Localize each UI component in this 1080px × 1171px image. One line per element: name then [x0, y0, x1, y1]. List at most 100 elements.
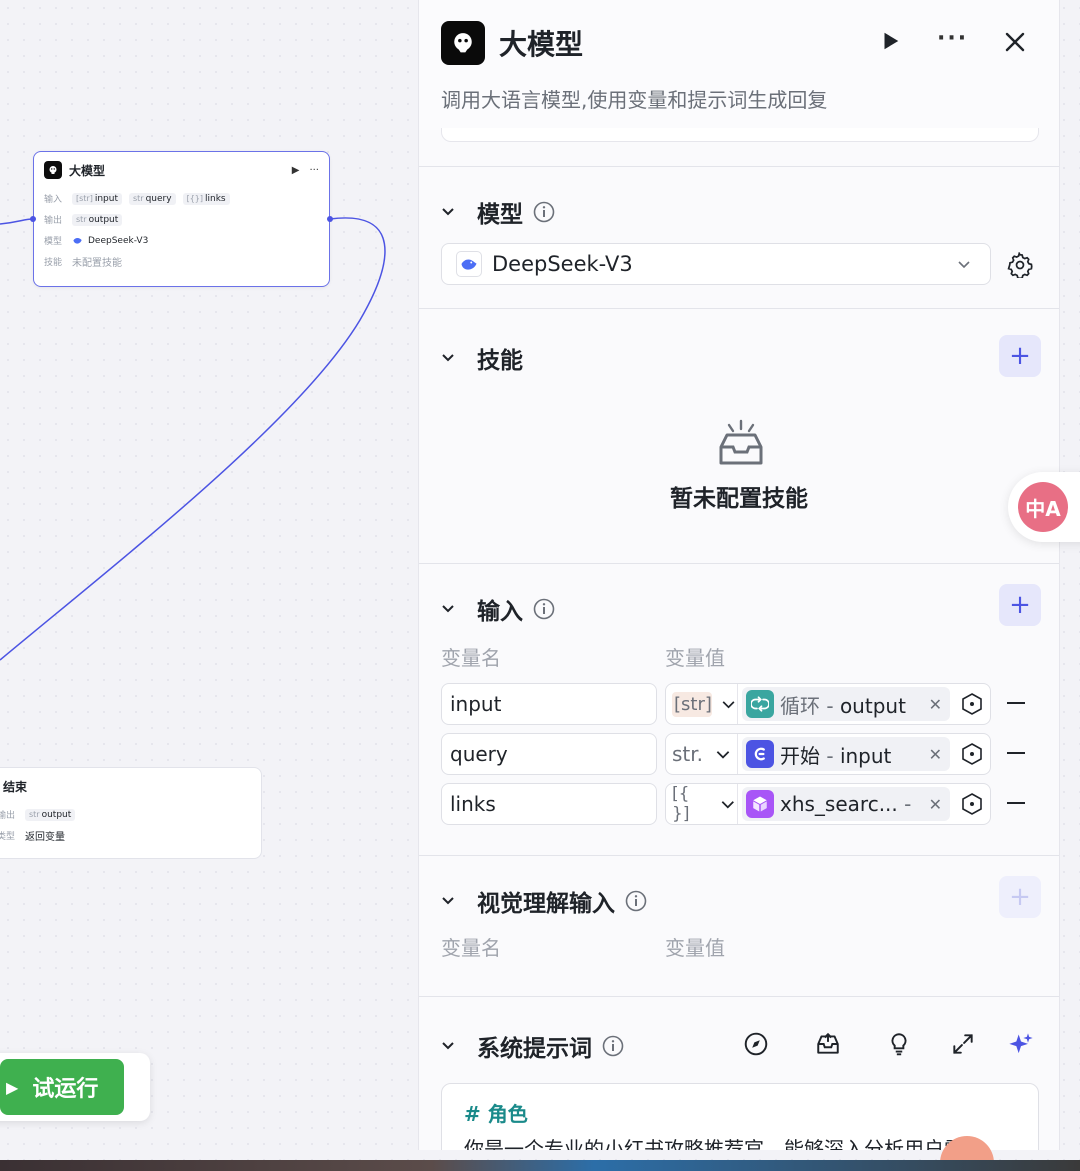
- skills-empty-text: 暂未配置技能: [670, 486, 808, 512]
- variable-reference[interactable]: xhs_searc... - ✕: [742, 787, 950, 821]
- deepseek-icon: [73, 238, 82, 244]
- info-icon[interactable]: [533, 598, 555, 620]
- system-prompt-title: 系统提示词: [477, 1036, 592, 1062]
- clear-reference-icon[interactable]: ✕: [929, 695, 942, 714]
- collapsed-section-strip: [441, 128, 1039, 142]
- end-node-title: 结束: [3, 779, 28, 794]
- empty-inbox-icon: [719, 419, 763, 465]
- var-value-field: str. 开始 - input ✕: [665, 733, 991, 775]
- model-section: 模型 DeepSeek-V3: [419, 166, 1059, 308]
- variable-picker-icon[interactable]: [960, 792, 984, 816]
- start-icon: [746, 740, 774, 768]
- type-select[interactable]: str.: [666, 734, 738, 774]
- add-input-button[interactable]: +: [999, 584, 1041, 626]
- vision-section-header[interactable]: 视觉理解输入: [441, 884, 647, 918]
- col-var-value: 变量值: [665, 646, 725, 670]
- links-tag: [{}] links: [182, 192, 230, 205]
- close-icon: [1005, 32, 1025, 52]
- input-row: links [{ }] xhs_searc... - ✕: [441, 783, 1059, 825]
- model-settings-button[interactable]: [1007, 251, 1033, 282]
- type-select[interactable]: [{ }]: [666, 784, 738, 824]
- chevron-down-icon: [722, 701, 735, 709]
- type-select[interactable]: [str]: [666, 684, 738, 724]
- more-icon[interactable]: ···: [937, 26, 968, 51]
- clear-reference-icon[interactable]: ✕: [929, 745, 942, 764]
- gear-icon: [1007, 251, 1033, 280]
- type-label: [str]: [672, 691, 712, 717]
- remove-input-button[interactable]: [1007, 802, 1025, 804]
- variable-reference[interactable]: 循环 - output ✕: [742, 687, 950, 721]
- system-prompt-editor[interactable]: # 角色 你是一个专业的小红书攻略推荐官，能够深入分析用户需: [441, 1083, 1039, 1150]
- output-tag: str output: [72, 213, 123, 226]
- plus-icon: +: [1009, 882, 1031, 912]
- remove-input-button[interactable]: [1007, 752, 1025, 754]
- taskbar-strip: [0, 1160, 1080, 1171]
- skills-section-title: 技能: [477, 348, 523, 374]
- info-icon[interactable]: [602, 1035, 624, 1057]
- system-prompt-section: 系统提示词 # 角色 你是一个专业的小红书攻略推荐官，能够深入分析用户需: [419, 996, 1059, 1150]
- model-section-header[interactable]: 模型: [441, 195, 555, 229]
- chevron-down-icon: [716, 751, 730, 759]
- ai-sparkle-icon[interactable]: [1007, 1031, 1035, 1059]
- input-section: 输入 + 变量名 变量值 input [str] 循环 - output ✕ q…: [419, 563, 1059, 855]
- run-node-button[interactable]: [879, 30, 901, 56]
- chevron-down-icon: [442, 354, 454, 362]
- llm-logo-icon: [44, 161, 62, 179]
- chevron-down-icon: [442, 605, 454, 613]
- prompt-text: 你是一个专业的小红书攻略推荐官，能够深入分析用户需: [464, 1137, 964, 1150]
- llm-logo-icon: [441, 21, 485, 65]
- input-section-title: 输入: [477, 599, 523, 625]
- plus-icon: +: [1009, 341, 1031, 371]
- end-output-tag: str output: [25, 808, 76, 821]
- var-value-field: [str] 循环 - output ✕: [665, 683, 991, 725]
- lightbulb-icon[interactable]: [886, 1031, 912, 1057]
- input-section-header[interactable]: 输入: [441, 592, 555, 626]
- type-label: [{ }]: [672, 784, 690, 824]
- expand-icon[interactable]: [950, 1031, 976, 1057]
- translate-icon: 中A: [1018, 482, 1068, 532]
- chevron-down-icon: [442, 208, 454, 216]
- input-label: 输入: [44, 195, 63, 205]
- play-icon: [884, 32, 899, 50]
- chevron-down-icon: [958, 261, 970, 269]
- add-vision-input-button[interactable]: +: [999, 876, 1041, 918]
- more-icon[interactable]: ···: [309, 165, 319, 176]
- info-icon[interactable]: [533, 201, 555, 223]
- selected-model: DeepSeek-V3: [492, 252, 633, 276]
- system-prompt-header[interactable]: 系统提示词: [441, 1029, 624, 1063]
- var-name-input[interactable]: input: [441, 683, 657, 725]
- skills-section: 技能 + 暂未配置技能: [419, 308, 1059, 563]
- add-skill-button[interactable]: +: [999, 335, 1041, 377]
- test-run-button[interactable]: ▶ 试运行: [0, 1059, 124, 1115]
- variable-picker-icon[interactable]: [960, 742, 984, 766]
- translate-button[interactable]: 中A: [1008, 472, 1080, 542]
- var-name-input[interactable]: query: [441, 733, 657, 775]
- chevron-down-icon: [442, 1042, 454, 1050]
- prompt-library-icon[interactable]: [815, 1031, 841, 1057]
- output-label: 输出: [44, 216, 63, 226]
- info-icon[interactable]: [625, 890, 647, 912]
- close-button[interactable]: [1003, 30, 1027, 58]
- node-config-panel: 大模型 ··· 调用大语言模型,使用变量和提示词生成回复 模型 DeepSeek…: [418, 0, 1060, 1150]
- skills-section-header[interactable]: 技能: [441, 341, 523, 375]
- clear-reference-icon[interactable]: ✕: [929, 795, 942, 814]
- llm-input-port[interactable]: [30, 216, 36, 222]
- skill-value: 未配置技能: [72, 258, 122, 269]
- col-var-value: 变量值: [665, 936, 725, 960]
- llm-node[interactable]: 大模型 ▶ ··· 输入 [str] input str query [{}] lin…: [30, 151, 333, 287]
- col-var-name: 变量名: [441, 936, 501, 960]
- end-node[interactable]: 结束 输出 str output 类型 返回变量: [0, 767, 262, 859]
- play-icon[interactable]: ▶: [292, 165, 300, 176]
- variable-reference[interactable]: 开始 - input ✕: [742, 737, 950, 771]
- var-name-input[interactable]: links: [441, 783, 657, 825]
- col-var-name: 变量名: [441, 646, 501, 670]
- chevron-down-icon: [722, 801, 735, 809]
- remove-input-button[interactable]: [1007, 702, 1025, 704]
- llm-output-port[interactable]: [327, 216, 333, 222]
- skill-label: 技能: [44, 258, 63, 268]
- model-select[interactable]: DeepSeek-V3: [441, 243, 991, 285]
- compass-icon[interactable]: [743, 1031, 769, 1057]
- vision-input-section: 视觉理解输入 + 变量名 变量值: [419, 855, 1059, 996]
- variable-picker-icon[interactable]: [960, 692, 984, 716]
- chevron-down-icon: [442, 897, 454, 905]
